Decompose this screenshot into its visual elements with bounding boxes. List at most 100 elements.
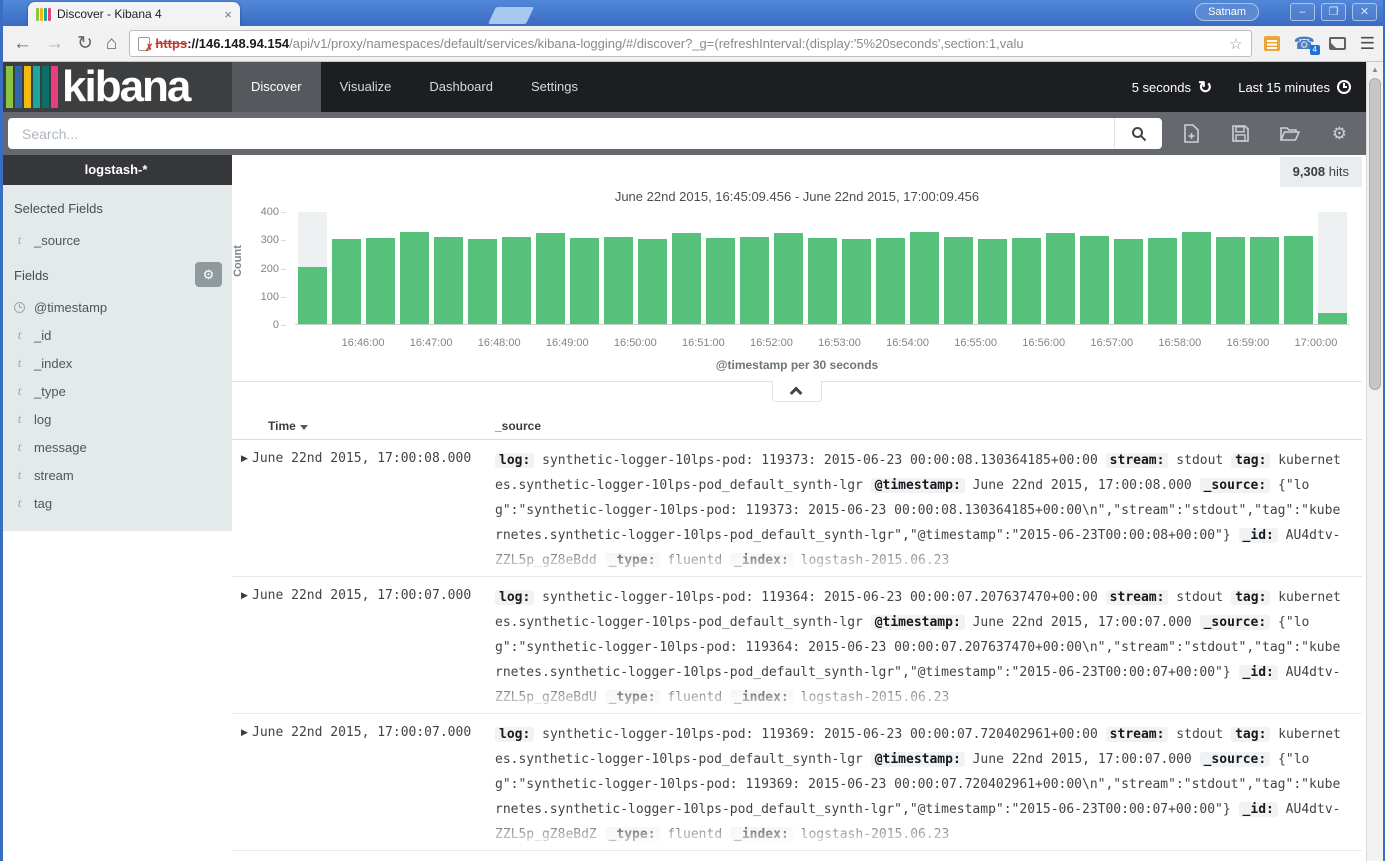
nav-dashboard[interactable]: Dashboard: [410, 62, 512, 112]
field-name: message: [34, 440, 87, 455]
histogram-bar-slot: [1250, 212, 1279, 324]
field-item-source[interactable]: t _source: [14, 226, 222, 254]
refresh-interval-label: 5 seconds: [1132, 80, 1191, 95]
histogram-bar[interactable]: [944, 237, 973, 324]
browser-tab[interactable]: Discover - Kibana 4 ×: [28, 2, 240, 26]
nav-visualize[interactable]: Visualize: [321, 62, 411, 112]
bookmark-star-icon[interactable]: ☆: [1229, 35, 1242, 53]
histogram-bar[interactable]: [502, 237, 531, 324]
scrollbar-up-arrow[interactable]: ▲: [1367, 62, 1383, 77]
histogram-bar[interactable]: [332, 239, 361, 324]
histogram-bar[interactable]: [808, 238, 837, 324]
search-input[interactable]: [8, 126, 1114, 142]
field-item-id[interactable]: t_id: [14, 321, 222, 349]
histogram-bar[interactable]: [400, 232, 429, 324]
field-item-message[interactable]: tmessage: [14, 433, 222, 461]
histogram-bar[interactable]: [1284, 236, 1313, 324]
refresh-interval-picker[interactable]: 5 seconds ↻: [1132, 79, 1213, 96]
save-search-icon[interactable]: [1232, 125, 1249, 142]
field-item-index[interactable]: t_index: [14, 349, 222, 377]
field-badge: @timestamp:: [871, 615, 965, 630]
browser-profile-button[interactable]: Satnam: [1195, 3, 1259, 21]
histogram-bar[interactable]: [570, 238, 599, 324]
maximize-button[interactable]: ❐: [1321, 3, 1346, 21]
search-submit-button[interactable]: [1114, 118, 1162, 149]
field-badge: @timestamp:: [871, 478, 965, 493]
column-header-time[interactable]: Time: [268, 419, 308, 433]
histogram-bar[interactable]: [672, 233, 701, 324]
histogram-bar[interactable]: [1216, 237, 1245, 324]
histogram-bar[interactable]: [298, 267, 327, 324]
url-text[interactable]: https://146.148.94.154/api/v1/proxy/name…: [155, 36, 1225, 51]
histogram-bar[interactable]: [842, 239, 871, 324]
string-field-icon: t: [14, 232, 25, 248]
field-item-timestamp[interactable]: @timestamp: [14, 293, 222, 321]
kibana-logo[interactable]: kibana: [0, 62, 232, 112]
new-tab-button[interactable]: [488, 7, 534, 24]
histogram-bar[interactable]: [468, 239, 497, 324]
minimize-button[interactable]: –: [1290, 3, 1315, 21]
settings-gear-icon[interactable]: ⚙: [1332, 125, 1347, 142]
insecure-page-icon[interactable]: [138, 37, 150, 51]
y-tick-label: 200: [261, 263, 279, 275]
histogram-bar-slot: [434, 212, 463, 324]
url-scheme: https: [155, 36, 187, 51]
scrollbar-thumb[interactable]: [1369, 78, 1381, 390]
histogram-bar[interactable]: [1114, 239, 1143, 324]
histogram-bar[interactable]: [1182, 232, 1211, 324]
logo-stripe: [42, 66, 49, 108]
extension-cast-icon[interactable]: [1329, 37, 1346, 50]
extension-orange-icon[interactable]: [1264, 36, 1280, 51]
expand-row-icon[interactable]: ▶: [232, 448, 252, 576]
logo-stripe: [15, 66, 22, 108]
field-item-tag[interactable]: ttag: [14, 489, 222, 517]
field-badge: tag:: [1231, 453, 1270, 468]
histogram-bar[interactable]: [638, 239, 667, 324]
histogram-bar[interactable]: [1012, 238, 1041, 324]
nav-discover[interactable]: Discover: [232, 62, 321, 112]
histogram-bar[interactable]: [876, 238, 905, 324]
histogram-bar[interactable]: [706, 238, 735, 324]
histogram-bar-slot: [1216, 212, 1245, 324]
reload-icon[interactable]: ↻: [77, 34, 93, 53]
nav-settings[interactable]: Settings: [512, 62, 597, 112]
histogram-bar[interactable]: [1318, 313, 1347, 324]
extension-phone-icon[interactable]: ☎4: [1294, 35, 1315, 52]
histogram-bar[interactable]: [740, 237, 769, 324]
field-item-type[interactable]: t_type: [14, 377, 222, 405]
histogram-bar[interactable]: [1080, 236, 1109, 324]
browser-menu-icon[interactable]: ☰: [1360, 34, 1375, 54]
close-button[interactable]: ✕: [1352, 3, 1377, 21]
histogram-bar[interactable]: [978, 239, 1007, 324]
histogram-bar[interactable]: [434, 237, 463, 324]
histogram-bar[interactable]: [1148, 238, 1177, 324]
tab-close-icon[interactable]: ×: [224, 8, 232, 21]
histogram-bar[interactable]: [1046, 233, 1075, 324]
field-item-stream[interactable]: tstream: [14, 461, 222, 489]
field-name: log: [34, 412, 51, 427]
histogram-bar[interactable]: [604, 237, 633, 324]
string-field-icon: t: [14, 383, 25, 399]
field-name: _index: [34, 356, 72, 371]
field-item-log[interactable]: tlog: [14, 405, 222, 433]
field-name: _source: [34, 233, 80, 248]
histogram-bar[interactable]: [774, 233, 803, 324]
field-settings-gear-button[interactable]: ⚙: [195, 262, 222, 287]
expand-row-icon[interactable]: ▶: [232, 722, 252, 850]
histogram-bar[interactable]: [1250, 237, 1279, 324]
search-box[interactable]: [8, 118, 1162, 149]
url-bar[interactable]: https://146.148.94.154/api/v1/proxy/name…: [129, 30, 1251, 57]
open-search-icon[interactable]: [1280, 126, 1300, 142]
home-icon[interactable]: ⌂: [106, 34, 117, 53]
histogram-bar[interactable]: [536, 233, 565, 324]
page-scrollbar[interactable]: ▲: [1366, 62, 1383, 861]
new-search-icon[interactable]: [1183, 124, 1200, 143]
time-range-picker[interactable]: Last 15 minutes: [1238, 80, 1351, 95]
field-badge: _index:: [730, 690, 793, 705]
collapse-histogram-button[interactable]: [772, 381, 822, 402]
histogram-bar[interactable]: [366, 238, 395, 324]
expand-row-icon[interactable]: ▶: [232, 585, 252, 713]
histogram-bar[interactable]: [910, 232, 939, 324]
index-pattern-selector[interactable]: logstash-*: [0, 155, 232, 185]
back-icon[interactable]: ←: [13, 34, 32, 53]
